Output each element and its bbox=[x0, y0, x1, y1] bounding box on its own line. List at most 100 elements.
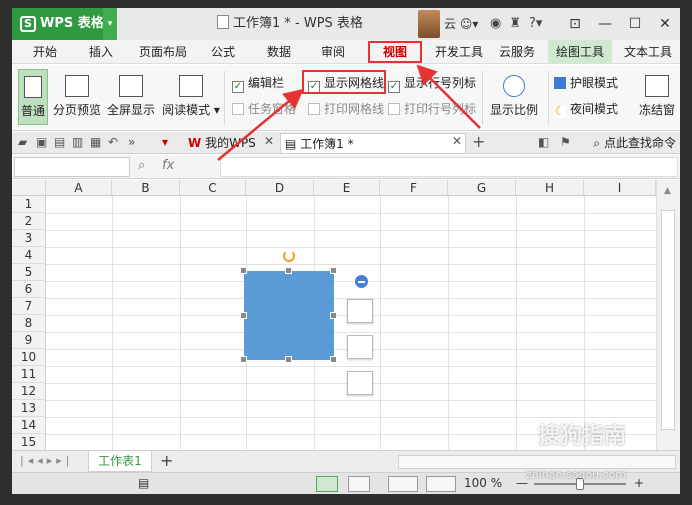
row-header[interactable]: 6 bbox=[12, 281, 46, 298]
reading-view-toggle[interactable] bbox=[426, 476, 456, 492]
tab-developer[interactable]: 开发工具 bbox=[428, 40, 490, 64]
row-header[interactable]: 11 bbox=[12, 366, 46, 383]
tab-home[interactable]: 开始 bbox=[20, 40, 70, 64]
layout-icon[interactable]: ◧ bbox=[538, 135, 549, 149]
collapse-toolbar-icon[interactable] bbox=[355, 275, 368, 288]
pin-icon[interactable]: ▾ bbox=[162, 135, 168, 149]
resize-handle[interactable] bbox=[330, 356, 337, 363]
shape-style-icon[interactable] bbox=[347, 299, 373, 323]
resize-handle[interactable] bbox=[240, 312, 247, 319]
cloud-account[interactable]: 云 ☺▾ bbox=[444, 8, 478, 40]
tab-page-layout[interactable]: 页面布局 bbox=[132, 40, 194, 64]
more-icon[interactable]: » bbox=[128, 135, 135, 149]
night-mode-button[interactable]: ☾ 夜间模式 bbox=[554, 101, 618, 118]
column-header[interactable]: E bbox=[314, 180, 380, 196]
help-icon[interactable]: ?▾ bbox=[529, 16, 542, 31]
normal-view-button[interactable]: 普通 bbox=[18, 69, 48, 125]
resize-handle[interactable] bbox=[330, 267, 337, 274]
restore-ribbon-icon[interactable]: ⊡ bbox=[560, 8, 590, 40]
layout-view-toggle[interactable] bbox=[388, 476, 418, 492]
normal-view-toggle[interactable] bbox=[316, 476, 338, 492]
tab-workbook[interactable]: ▤ 工作簿1 * bbox=[280, 133, 466, 153]
print-rowcol-checkbox[interactable]: 打印行号列标 bbox=[388, 101, 476, 117]
tab-my-wps[interactable]: W 我的WPS bbox=[184, 133, 276, 153]
column-header[interactable]: I bbox=[584, 180, 656, 196]
row-header[interactable]: 2 bbox=[12, 213, 46, 230]
vertical-scrollbar[interactable]: ▲ bbox=[656, 180, 680, 450]
eye-mode-button[interactable]: 护眼模式 bbox=[554, 75, 618, 91]
scroll-up-icon[interactable]: ▲ bbox=[664, 186, 671, 196]
flag-icon[interactable]: ⚑ bbox=[560, 135, 571, 149]
outline-color-icon[interactable] bbox=[347, 371, 373, 395]
open-icon[interactable]: ▰ bbox=[18, 135, 27, 149]
export-icon[interactable]: ▤ bbox=[54, 135, 65, 149]
formula-input[interactable] bbox=[220, 157, 678, 177]
find-command[interactable]: ⌕ 点此查找命令 bbox=[593, 132, 676, 154]
column-header[interactable]: F bbox=[380, 180, 448, 196]
tab-cloud[interactable]: 云服务 bbox=[492, 40, 542, 64]
resize-handle[interactable] bbox=[330, 312, 337, 319]
print-icon[interactable]: ▥ bbox=[72, 135, 83, 149]
zoom-lens-icon[interactable]: ⌕ bbox=[138, 158, 145, 173]
row-header[interactable]: 8 bbox=[12, 315, 46, 332]
avatar[interactable] bbox=[418, 10, 440, 38]
freeze-panes-button[interactable]: 冻结窗 bbox=[634, 69, 680, 125]
macro-icon[interactable]: ▤ bbox=[138, 476, 149, 490]
add-sheet-icon[interactable]: + bbox=[160, 451, 173, 471]
row-header[interactable]: 7 bbox=[12, 298, 46, 315]
zoom-in-icon[interactable]: + bbox=[634, 476, 644, 490]
tab-insert[interactable]: 插入 bbox=[78, 40, 124, 64]
task-pane-checkbox[interactable]: 任务窗格 bbox=[232, 101, 296, 117]
select-all-corner[interactable] bbox=[12, 180, 46, 196]
row-header[interactable]: 5 bbox=[12, 264, 46, 281]
row-header[interactable]: 13 bbox=[12, 400, 46, 417]
resize-handle[interactable] bbox=[240, 267, 247, 274]
sheet-tab[interactable]: 工作表1 bbox=[88, 451, 152, 472]
fullscreen-button[interactable]: 全屏显示 bbox=[106, 69, 156, 125]
column-header[interactable]: A bbox=[46, 180, 112, 196]
tab-drawing-tools[interactable]: 绘图工具 bbox=[548, 40, 612, 64]
resize-handle[interactable] bbox=[285, 267, 292, 274]
chevron-down-icon[interactable]: ▾ bbox=[103, 8, 117, 40]
rotate-handle-icon[interactable] bbox=[283, 250, 295, 262]
fill-color-icon[interactable] bbox=[347, 335, 373, 359]
horizontal-scrollbar[interactable] bbox=[398, 455, 676, 469]
tab-data[interactable]: 数据 bbox=[256, 40, 302, 64]
row-header[interactable]: 9 bbox=[12, 332, 46, 349]
column-header[interactable]: B bbox=[112, 180, 180, 196]
row-header[interactable]: 12 bbox=[12, 383, 46, 400]
skin-icon[interactable]: ◉ bbox=[490, 16, 501, 31]
tab-formula[interactable]: 公式 bbox=[200, 40, 246, 64]
fx-icon[interactable]: fx bbox=[162, 158, 174, 173]
column-header[interactable]: G bbox=[448, 180, 516, 196]
show-rowcol-checkbox[interactable]: ✓ 显示行号列标 bbox=[388, 75, 476, 93]
column-header[interactable]: C bbox=[180, 180, 246, 196]
app-menu-button[interactable]: S WPS 表格 ▾ bbox=[12, 8, 117, 40]
row-header[interactable]: 10 bbox=[12, 349, 46, 366]
column-header[interactable]: D bbox=[246, 180, 314, 196]
name-box[interactable] bbox=[14, 157, 130, 177]
close-tab-icon[interactable]: ✕ bbox=[452, 134, 462, 148]
page-break-view-toggle[interactable] bbox=[348, 476, 370, 492]
column-header[interactable]: H bbox=[516, 180, 584, 196]
tab-review[interactable]: 审阅 bbox=[310, 40, 356, 64]
row-header[interactable]: 14 bbox=[12, 417, 46, 434]
resize-handle[interactable] bbox=[285, 356, 292, 363]
edit-bar-checkbox[interactable]: ✓ 编辑栏 bbox=[232, 75, 284, 93]
row-header[interactable]: 4 bbox=[12, 247, 46, 264]
resize-handle[interactable] bbox=[240, 356, 247, 363]
shirt-icon[interactable]: ♜ bbox=[509, 16, 521, 31]
zoom-level[interactable]: 100 % bbox=[464, 476, 502, 490]
scroll-thumb[interactable] bbox=[661, 210, 675, 430]
row-header[interactable]: 15 bbox=[12, 434, 46, 450]
page-preview-button[interactable]: 分页预览 bbox=[52, 69, 102, 125]
zoom-button[interactable]: 显示比例 bbox=[486, 69, 542, 125]
reading-mode-button[interactable]: 阅读模式 ▾ bbox=[162, 69, 220, 125]
close-icon[interactable]: ✕ bbox=[650, 8, 680, 40]
print-gridlines-checkbox[interactable]: 打印网格线 bbox=[308, 101, 384, 117]
sheet-nav-icons[interactable]: |◂◂▸▸| bbox=[20, 454, 74, 467]
row-header[interactable]: 3 bbox=[12, 230, 46, 247]
preview-icon[interactable]: ▦ bbox=[90, 135, 101, 149]
save-icon[interactable]: ▣ bbox=[36, 135, 47, 149]
row-header[interactable]: 1 bbox=[12, 196, 46, 213]
